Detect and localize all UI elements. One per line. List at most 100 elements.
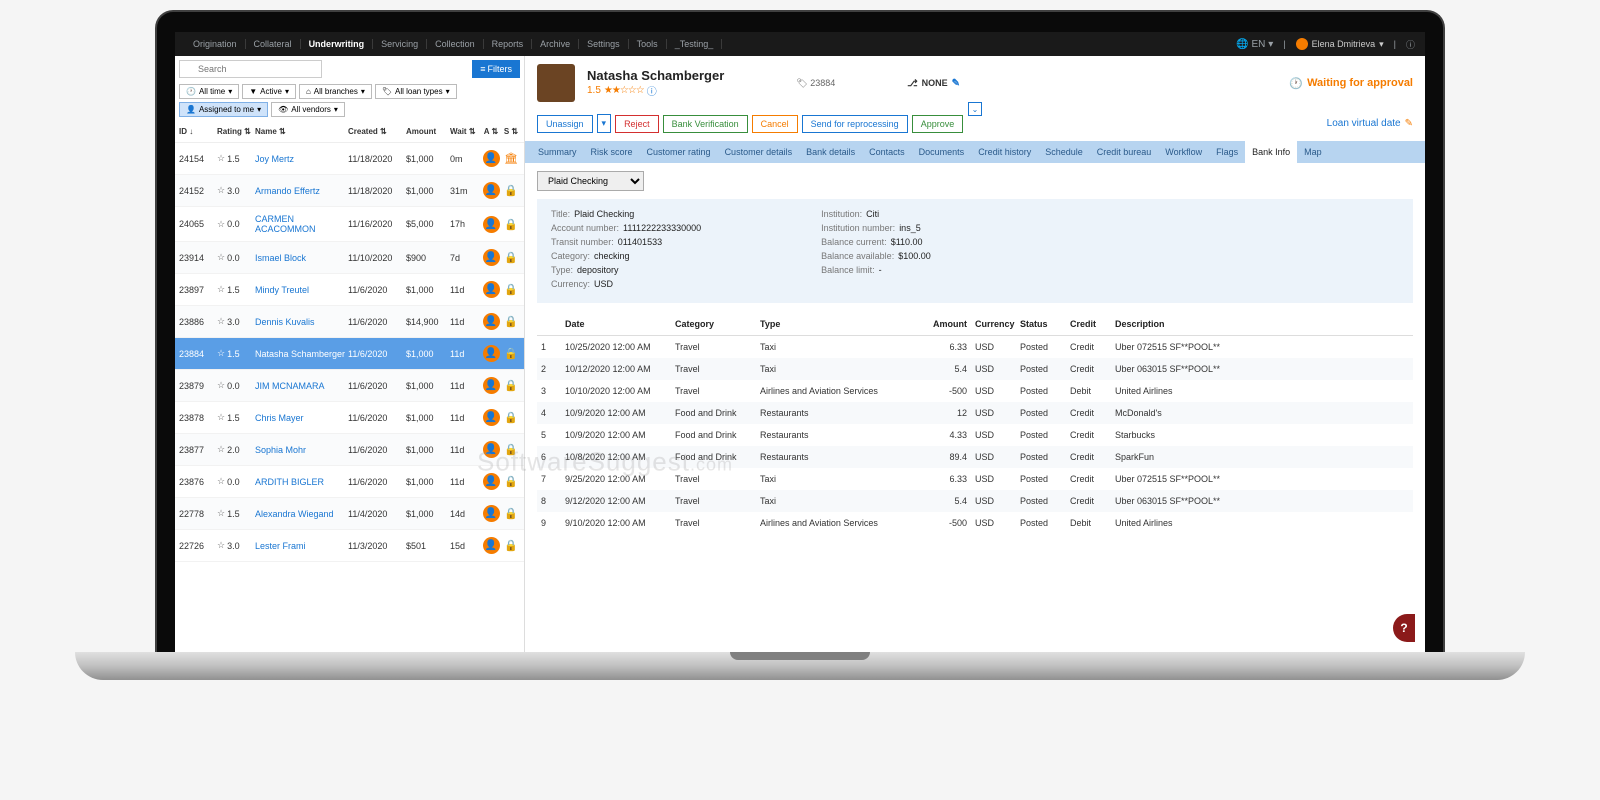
nav-tools[interactable]: Tools (629, 39, 667, 49)
nav-collection[interactable]: Collection (427, 39, 484, 49)
th-type[interactable]: Type (760, 319, 920, 329)
col-created[interactable]: Created ⇅ (348, 127, 406, 136)
nav-collateral[interactable]: Collateral (246, 39, 301, 49)
nav-archive[interactable]: Archive (532, 39, 579, 49)
loan-row[interactable]: 22726☆ 3.0Lester Frami11/3/2020$50115d👤🔒 (175, 530, 524, 562)
nav-settings[interactable]: Settings (579, 39, 629, 49)
tab-workflow[interactable]: Workflow (1158, 141, 1209, 163)
chip-branches[interactable]: ⌂ All branches ▾ (299, 84, 372, 99)
col-id[interactable]: ID ↓ (179, 127, 217, 136)
status-label: 🕐 Waiting for approval (1289, 77, 1413, 90)
loan-row[interactable]: 24065☆ 0.0CARMEN ACACOMMON11/16/2020$5,0… (175, 207, 524, 242)
loan-row[interactable]: 22778☆ 1.5Alexandra Wiegand11/4/2020$1,0… (175, 498, 524, 530)
col-a[interactable]: A ⇅ (480, 127, 502, 136)
search-input[interactable] (179, 60, 322, 78)
expand-icon[interactable]: ⌄ (968, 102, 982, 116)
tab-flags[interactable]: Flags (1209, 141, 1245, 163)
th-status[interactable]: Status (1020, 319, 1070, 329)
help-button[interactable]: ? (1393, 614, 1415, 642)
th-currency[interactable]: Currency (975, 319, 1020, 329)
loan-row[interactable]: 23914☆ 0.0Ismael Block11/10/2020$9007d👤🔒 (175, 242, 524, 274)
chip-vendors[interactable]: 👁 All vendors ▾ (271, 102, 345, 117)
loan-row[interactable]: 23879☆ 0.0JIM MCNAMARA11/6/2020$1,00011d… (175, 370, 524, 402)
tab-risk-score[interactable]: Risk score (584, 141, 640, 163)
tx-row[interactable]: 410/9/2020 12:00 AMFood and DrinkRestaur… (537, 402, 1413, 424)
assignee-icon: 👤 (483, 216, 500, 233)
tab-bank-info[interactable]: Bank Info (1245, 141, 1297, 163)
tx-row[interactable]: 310/10/2020 12:00 AMTravelAirlines and A… (537, 380, 1413, 402)
chip-loan-types[interactable]: 🏷 All loan types ▾ (375, 84, 457, 99)
cancel-button[interactable]: Cancel (752, 115, 798, 133)
tab-contacts[interactable]: Contacts (862, 141, 912, 163)
th-date[interactable]: Date (565, 319, 675, 329)
tab-schedule[interactable]: Schedule (1038, 141, 1090, 163)
chip-assigned[interactable]: 👤 Assigned to me ▾ (179, 102, 268, 117)
reject-button[interactable]: Reject (615, 115, 659, 133)
tab-bank-details[interactable]: Bank details (799, 141, 862, 163)
bank-info-box: Title:Plaid CheckingAccount number:11112… (537, 199, 1413, 303)
loan-row[interactable]: 23886☆ 3.0Dennis Kuvalis11/6/2020$14,900… (175, 306, 524, 338)
filters-button[interactable]: ≡ Filters (472, 60, 520, 78)
col-wait[interactable]: Wait ⇅ (450, 127, 480, 136)
tx-row[interactable]: 610/8/2020 12:00 AMFood and DrinkRestaur… (537, 446, 1413, 468)
loan-row[interactable]: 24152☆ 3.0Armando Effertz11/18/2020$1,00… (175, 175, 524, 207)
nav-reports[interactable]: Reports (484, 39, 533, 49)
edit-icon[interactable]: ✎ (952, 78, 960, 89)
help-icon[interactable]: ⓘ (1406, 38, 1415, 51)
status-icon: 🔒 (504, 316, 518, 328)
chip-time[interactable]: 🕐 All time ▾ (179, 84, 239, 99)
tab-customer-details[interactable]: Customer details (718, 141, 800, 163)
bank-account-select[interactable]: Plaid Checking (537, 171, 644, 191)
branch-badge: ⎇ NONE ✎ (907, 78, 960, 89)
bank-field: Institution:Citi (821, 209, 931, 219)
th-description[interactable]: Description (1115, 319, 1409, 329)
detail-panel: Natasha Schamberger 1.5 ★★☆☆☆ ⓘ 🏷 23884 … (525, 56, 1425, 652)
tx-row[interactable]: 79/25/2020 12:00 AMTravelTaxi6.33USDPost… (537, 468, 1413, 490)
reprocess-button[interactable]: Send for reprocessing (802, 115, 908, 133)
tx-row[interactable]: 510/9/2020 12:00 AMFood and DrinkRestaur… (537, 424, 1413, 446)
bank-field: Balance available:$100.00 (821, 251, 931, 261)
col-name[interactable]: Name ⇅ (255, 127, 348, 136)
bank-field: Account number:1111222233330000 (551, 223, 701, 233)
loan-row[interactable]: 23876☆ 0.0ARDITH BIGLER11/6/2020$1,00011… (175, 466, 524, 498)
loan-row[interactable]: 23877☆ 2.0Sophia Mohr11/6/2020$1,00011d👤… (175, 434, 524, 466)
th-amount[interactable]: Amount (920, 319, 975, 329)
assignee-icon: 👤 (483, 313, 500, 330)
col-s[interactable]: S ⇅ (502, 127, 520, 136)
tx-row[interactable]: 89/12/2020 12:00 AMTravelTaxi5.4USDPoste… (537, 490, 1413, 512)
tx-row[interactable]: 210/12/2020 12:00 AMTravelTaxi5.4USDPost… (537, 358, 1413, 380)
nav-underwriting[interactable]: Underwriting (301, 39, 374, 49)
tab-customer-rating[interactable]: Customer rating (640, 141, 718, 163)
tab-map[interactable]: Map (1297, 141, 1329, 163)
nav-origination[interactable]: Origination (185, 39, 246, 49)
th-category[interactable]: Category (675, 319, 760, 329)
loan-row[interactable]: 23897☆ 1.5Mindy Treutel11/6/2020$1,00011… (175, 274, 524, 306)
th-credit[interactable]: Credit (1070, 319, 1115, 329)
nav-servicing[interactable]: Servicing (373, 39, 427, 49)
tab-credit-bureau[interactable]: Credit bureau (1090, 141, 1159, 163)
info-icon[interactable]: ⓘ (647, 83, 657, 98)
approve-button[interactable]: Approve (912, 115, 964, 133)
tab-credit-history[interactable]: Credit history (971, 141, 1038, 163)
tab-documents[interactable]: Documents (912, 141, 972, 163)
tx-row[interactable]: 110/25/2020 12:00 AMTravelTaxi6.33USDPos… (537, 336, 1413, 358)
nav-_testing_[interactable]: _Testing_ (667, 39, 723, 49)
tx-header: Date Category Type Amount Currency Statu… (537, 313, 1413, 336)
col-rating[interactable]: Rating ⇅ (217, 127, 255, 136)
avatar (537, 64, 575, 102)
assignee-icon: 👤 (483, 537, 500, 554)
chip-active[interactable]: ▼ Active ▾ (242, 84, 296, 99)
language-selector[interactable]: 🌐 EN ▾ (1236, 39, 1273, 50)
loan-virtual-date[interactable]: Loan virtual date ✎ (1327, 118, 1413, 129)
unassign-dropdown[interactable]: ▾ (597, 114, 612, 133)
loan-row[interactable]: 23884☆ 1.5Natasha Schamberger11/6/2020$1… (175, 338, 524, 370)
user-menu[interactable]: Elena Dmitrieva ▾ (1296, 38, 1384, 50)
unassign-button[interactable]: Unassign (537, 115, 593, 133)
verify-button[interactable]: Bank Verification (663, 115, 748, 133)
tab-summary[interactable]: Summary (531, 141, 584, 163)
loan-row[interactable]: 24154☆ 1.5Joy Mertz11/18/2020$1,0000m👤🏛 (175, 143, 524, 175)
loan-row[interactable]: 23878☆ 1.5Chris Mayer11/6/2020$1,00011d👤… (175, 402, 524, 434)
status-icon: 🔒 (504, 380, 518, 392)
col-amount[interactable]: Amount (406, 127, 450, 136)
tx-row[interactable]: 99/10/2020 12:00 AMTravelAirlines and Av… (537, 512, 1413, 534)
